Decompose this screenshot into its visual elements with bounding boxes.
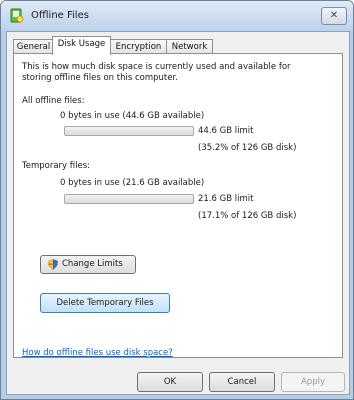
- close-icon: ✕: [329, 10, 339, 21]
- cancel-label: Cancel: [227, 377, 257, 387]
- apply-button[interactable]: Apply: [281, 372, 345, 392]
- all-offline-percent: (35.2% of 126 GB disk): [198, 143, 297, 153]
- all-offline-limit: 44.6 GB limit: [198, 126, 254, 136]
- change-limits-button[interactable]: Change Limits: [40, 255, 136, 274]
- temporary-usage: 0 bytes in use (21.6 GB available): [60, 178, 205, 188]
- tab-disk-usage[interactable]: Disk Usage: [52, 36, 111, 55]
- tab-encryption[interactable]: Encryption: [109, 39, 168, 54]
- disk-usage-panel: This is how much disk space is currently…: [13, 53, 343, 358]
- dialog-client-area: General Disk Usage Encryption Network Th…: [6, 31, 350, 395]
- cancel-button[interactable]: Cancel: [209, 372, 275, 392]
- all-offline-usage: 0 bytes in use (44.6 GB available): [60, 111, 205, 121]
- ok-button[interactable]: OK: [137, 372, 203, 392]
- offline-files-icon: [10, 8, 24, 23]
- window-title: Offline Files: [31, 10, 89, 21]
- description-text: This is how much disk space is currently…: [22, 62, 291, 83]
- temporary-usage-bar: [64, 194, 194, 204]
- apply-label: Apply: [301, 377, 325, 387]
- help-link-disk-space[interactable]: How do offline files use disk space?: [22, 348, 173, 358]
- tab-general[interactable]: General: [13, 39, 54, 54]
- tab-label: General: [16, 42, 51, 52]
- ok-label: OK: [163, 377, 177, 387]
- change-limits-label: Change Limits: [62, 259, 123, 269]
- temporary-percent: (17.1% of 126 GB disk): [198, 211, 297, 221]
- all-offline-heading: All offline files:: [22, 96, 85, 106]
- tab-label: Encryption: [115, 42, 162, 52]
- tab-label: Disk Usage: [57, 39, 106, 49]
- close-button[interactable]: ✕: [321, 7, 347, 25]
- all-offline-usage-bar: [64, 126, 194, 136]
- temporary-heading: Temporary files:: [22, 161, 91, 171]
- tab-label: Network: [171, 42, 208, 52]
- temporary-limit: 21.6 GB limit: [198, 194, 254, 204]
- tab-network[interactable]: Network: [166, 39, 213, 54]
- delete-temporary-files-label: Delete Temporary Files: [56, 298, 154, 308]
- uac-shield-icon: [48, 259, 58, 270]
- title-bar: Offline Files ✕: [1, 1, 353, 31]
- delete-temporary-files-button[interactable]: Delete Temporary Files: [40, 293, 170, 313]
- offline-files-window: Offline Files ✕ General Disk Usage Encry…: [0, 0, 354, 400]
